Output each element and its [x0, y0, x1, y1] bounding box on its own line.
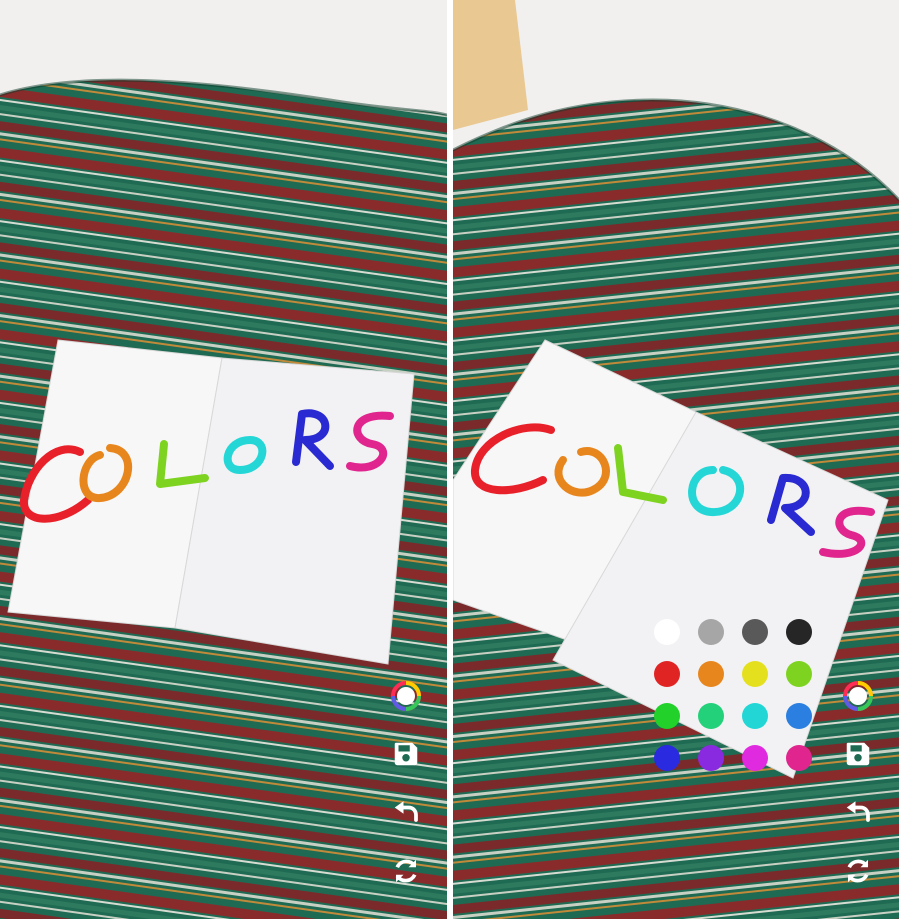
- color-palette: [453, 0, 899, 919]
- color-swatch[interactable]: [654, 703, 680, 729]
- color-swatch[interactable]: [654, 745, 680, 771]
- undo-icon: [394, 801, 418, 822]
- drawing-view-panel: [0, 0, 447, 919]
- color-swatch[interactable]: [786, 619, 812, 645]
- save-icon: [394, 742, 418, 766]
- color-swatch[interactable]: [698, 745, 724, 771]
- color-swatch[interactable]: [654, 661, 680, 687]
- refresh-icon: [395, 859, 417, 883]
- refresh-button-2[interactable]: [840, 853, 876, 889]
- color-swatch[interactable]: [786, 745, 812, 771]
- color-picker-button[interactable]: [388, 678, 424, 714]
- undo-icon: [846, 801, 870, 822]
- color-swatch[interactable]: [742, 661, 768, 687]
- color-swatch[interactable]: [786, 703, 812, 729]
- color-swatch[interactable]: [742, 619, 768, 645]
- color-swatch[interactable]: [698, 661, 724, 687]
- refresh-button[interactable]: [388, 853, 424, 889]
- save-icon: [846, 742, 870, 766]
- save-button-2[interactable]: [840, 736, 876, 772]
- save-button[interactable]: [388, 736, 424, 772]
- palette-view-panel: [453, 0, 899, 919]
- color-swatch[interactable]: [742, 745, 768, 771]
- color-swatch[interactable]: [698, 619, 724, 645]
- color-swatch[interactable]: [654, 619, 680, 645]
- undo-button-2[interactable]: [840, 792, 876, 828]
- color-swatch[interactable]: [786, 661, 812, 687]
- color-swatch[interactable]: [742, 703, 768, 729]
- undo-button[interactable]: [388, 792, 424, 828]
- refresh-icon: [847, 859, 869, 883]
- color-picker-icon: [843, 681, 873, 711]
- camera-scene: [0, 0, 447, 919]
- color-picker-button-2[interactable]: [840, 678, 876, 714]
- color-picker-icon: [391, 681, 421, 711]
- color-swatch[interactable]: [698, 703, 724, 729]
